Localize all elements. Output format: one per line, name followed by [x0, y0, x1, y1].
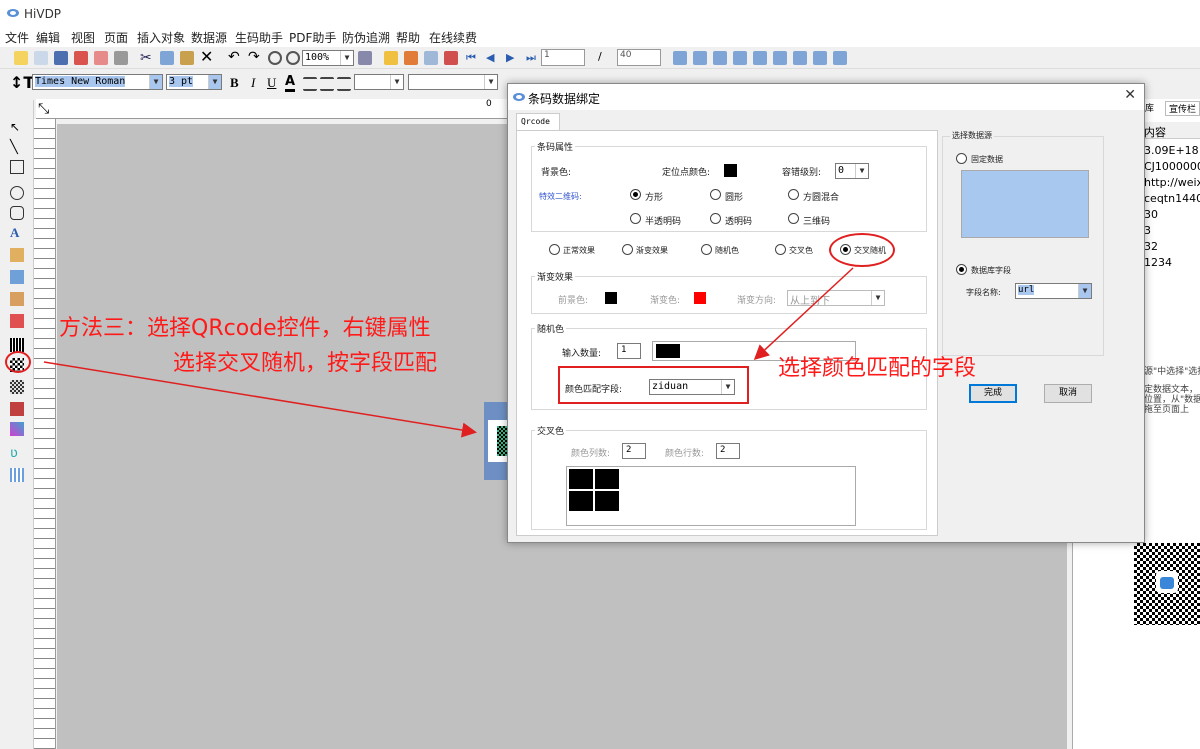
annotation-step1: 方法三：选择QRcode控件，右键属性 [59, 316, 431, 341]
arrow-to-field [753, 267, 854, 361]
annotation-step3: 选择颜色匹配的字段 [778, 356, 977, 381]
annotation-step2: 选择交叉随机，按字段匹配 [173, 351, 438, 376]
